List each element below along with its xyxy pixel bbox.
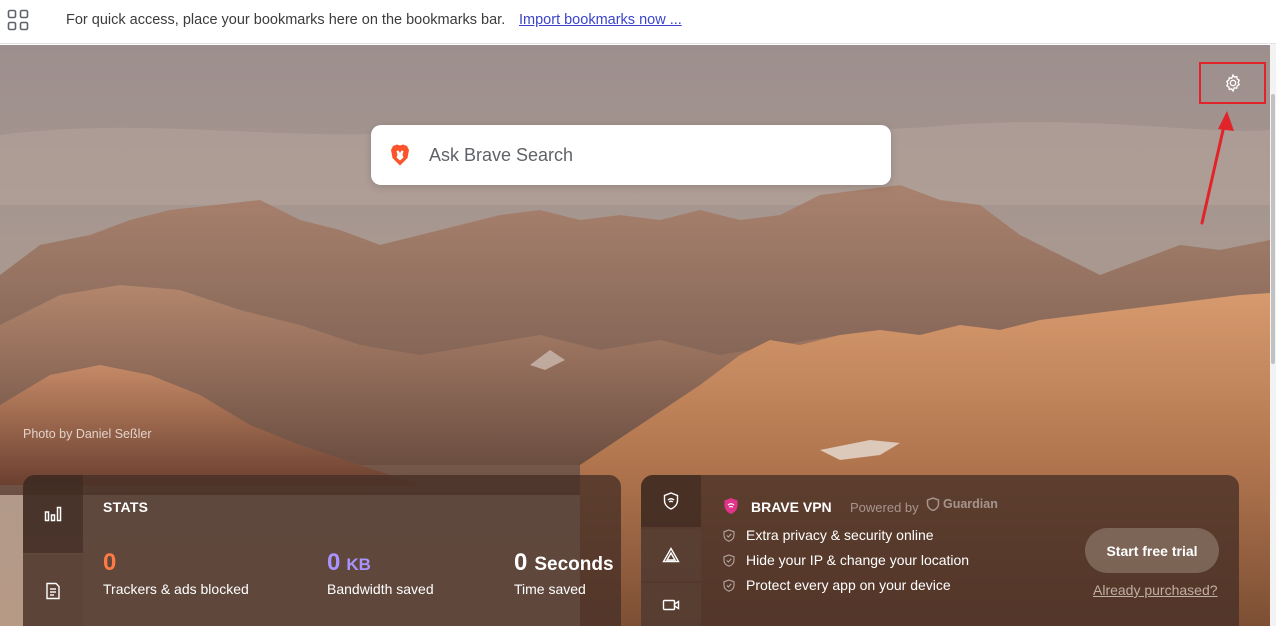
- stats-title: STATS: [103, 499, 149, 515]
- stats-widget: STATS 0 Trackers & ads blocked 0 KB Bandw…: [23, 475, 621, 626]
- bar-chart-icon: [44, 506, 62, 522]
- bandwidth-saved-number: 0: [327, 549, 341, 576]
- photo-credit[interactable]: Photo by Daniel Seßler: [23, 427, 152, 441]
- shield-check-icon: [723, 528, 735, 542]
- vpn-rail: [641, 475, 701, 626]
- vpn-widget: BRAVE VPN Powered by Guardian Extra priv…: [641, 475, 1239, 626]
- time-saved-unit: Seconds: [534, 554, 614, 575]
- new-tab-page: Ask Brave Search Photo by Daniel Seßler: [0, 45, 1270, 626]
- import-bookmarks-link[interactable]: Import bookmarks now ...: [519, 12, 682, 28]
- annotation-arrow: [1200, 111, 1234, 225]
- scrollbar-thumb[interactable]: [1271, 94, 1275, 364]
- trackers-blocked-number: 0: [103, 549, 117, 576]
- vpn-title: BRAVE VPN: [751, 499, 832, 515]
- bookmarks-bar: For quick access, place your bookmarks h…: [0, 0, 1276, 44]
- apps-grid-icon[interactable]: [7, 9, 29, 31]
- shield-check-icon: [723, 578, 735, 592]
- page-scrollbar[interactable]: [1270, 44, 1276, 626]
- guardian-label: Guardian: [943, 497, 998, 511]
- triangle-icon: [662, 547, 680, 563]
- guardian-shield-icon: [926, 497, 940, 511]
- news-icon: [46, 582, 60, 599]
- time-saved-value: 0 Seconds: [514, 549, 614, 577]
- vpn-shield-icon: [663, 492, 679, 510]
- time-saved-label: Time saved: [514, 581, 586, 597]
- vpn-feature-item: Protect every app on your device: [723, 577, 951, 593]
- search-placeholder: Ask Brave Search: [429, 145, 574, 165]
- customize-settings-button[interactable]: [1199, 62, 1266, 104]
- tab-video[interactable]: [641, 583, 701, 626]
- gear-icon: [1225, 73, 1240, 93]
- search-box[interactable]: Ask Brave Search: [371, 125, 891, 185]
- vpn-feature-item: Extra privacy & security online: [723, 527, 934, 543]
- already-purchased-link[interactable]: Already purchased?: [1093, 582, 1218, 598]
- tab-stats[interactable]: [23, 475, 83, 553]
- vpn-feature-text: Hide your IP & change your location: [746, 552, 970, 568]
- guardian-logo: Guardian: [926, 497, 998, 511]
- bookmarks-bar-message: For quick access, place your bookmarks h…: [66, 12, 506, 28]
- stats-rail: [23, 475, 83, 626]
- brave-lion-icon: [391, 144, 409, 166]
- tab-talk[interactable]: [641, 529, 701, 581]
- time-saved-number: 0: [514, 549, 528, 576]
- shield-check-icon: [723, 553, 735, 567]
- start-free-trial-button[interactable]: Start free trial: [1085, 528, 1219, 573]
- tab-news[interactable]: [23, 555, 83, 626]
- video-camera-icon: [662, 599, 680, 610]
- tab-vpn[interactable]: [641, 475, 701, 527]
- powered-by-label: Powered by: [850, 500, 919, 515]
- vpn-feature-text: Extra privacy & security online: [746, 527, 934, 543]
- brave-vpn-logo-icon: [724, 498, 738, 514]
- bandwidth-saved-unit: KB: [346, 555, 371, 574]
- vpn-feature-item: Hide your IP & change your location: [723, 552, 969, 568]
- trackers-blocked-label: Trackers & ads blocked: [103, 581, 249, 597]
- vpn-feature-text: Protect every app on your device: [746, 577, 951, 593]
- trackers-blocked-value: 0: [103, 549, 116, 577]
- bandwidth-saved-label: Bandwidth saved: [327, 581, 434, 597]
- bandwidth-saved-value: 0 KB: [327, 549, 371, 577]
